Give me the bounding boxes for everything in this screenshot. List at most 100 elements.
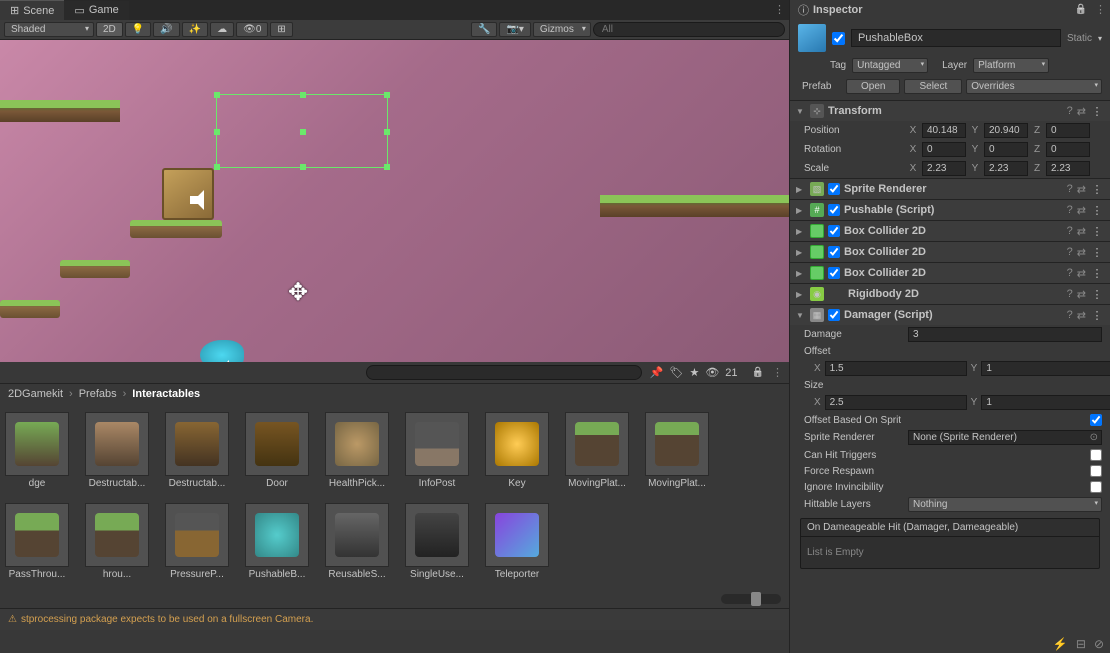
size-x-field[interactable] [825,395,967,410]
pushable-header[interactable]: ▶# Pushable (Script) ?⇄ [790,200,1110,220]
sprite-renderer-header[interactable]: ▶▧ Sprite Renderer ?⇄ [790,179,1110,199]
asset-item[interactable]: HealthPick... [324,412,390,489]
asset-item[interactable]: Teleporter [484,503,550,580]
asset-item[interactable]: Key [484,412,550,489]
component-enable-checkbox[interactable] [828,225,840,237]
preset-icon[interactable]: ⇄ [1077,246,1086,259]
help-icon[interactable]: ? [1067,183,1073,195]
skybox-toggle[interactable]: ☁ [210,22,234,37]
help-icon[interactable]: ? [1067,267,1073,279]
asset-item[interactable]: dge [4,412,70,489]
damager-header[interactable]: ▼▦ Damager (Script) ?⇄ [790,305,1110,325]
lock-icon[interactable] [1075,3,1087,16]
game-tab[interactable]: ▭ Game [64,1,128,20]
preset-icon[interactable]: ⇄ [1077,267,1086,280]
static-dropdown-icon[interactable]: ▾ [1098,34,1102,43]
preset-icon[interactable]: ⇄ [1077,183,1086,196]
component-enable-checkbox[interactable] [828,309,840,321]
pos-x-field[interactable] [922,123,966,138]
asset-item[interactable]: Destructab... [164,412,230,489]
component-enable-checkbox[interactable] [828,246,840,258]
rot-y-field[interactable] [984,142,1028,157]
help-icon[interactable]: ? [1067,204,1073,216]
grid-toggle[interactable]: ⊞ [270,22,292,37]
hidden-icon[interactable]: 👁 [705,366,719,379]
scene-search[interactable] [593,22,785,37]
pin-icon[interactable]: 📌 [650,366,664,379]
box-collider-header[interactable]: ▶ Box Collider 2D ?⇄ [790,221,1110,241]
crumb[interactable]: Prefabs [79,388,117,400]
move-gizmo[interactable] [288,278,318,308]
scl-y-field[interactable] [984,161,1028,176]
can-hit-checkbox[interactable] [1090,449,1102,461]
pos-z-field[interactable] [1046,123,1090,138]
autosave-icon[interactable]: ⚡ [1053,637,1068,651]
help-icon[interactable]: ? [1067,288,1073,300]
tag-icon[interactable]: 🏷 [669,366,683,379]
damage-field[interactable] [908,327,1102,342]
preset-icon[interactable]: ⇄ [1077,105,1086,118]
audio-toggle[interactable]: 🔊 [153,22,179,37]
preset-icon[interactable]: ⇄ [1077,225,1086,238]
asset-item[interactable]: Destructab... [84,412,150,489]
tools-icon[interactable]: 🔧 [471,22,497,37]
asset-item[interactable]: Door [244,412,310,489]
sync-icon[interactable]: ⊘ [1094,637,1104,651]
help-icon[interactable]: ? [1067,246,1073,258]
hittable-dropdown[interactable]: Nothing [908,497,1102,512]
component-enable-checkbox[interactable] [828,204,840,216]
asset-item[interactable]: MovingPlat... [644,412,710,489]
gizmos-dropdown[interactable]: Gizmos [533,22,591,37]
overrides-dropdown[interactable]: Overrides [966,79,1102,94]
box-collider-header-2[interactable]: ▶ Box Collider 2D ?⇄ [790,242,1110,262]
sprite-renderer-field[interactable]: None (Sprite Renderer) [908,430,1102,445]
panel-menu-icon[interactable] [1095,3,1106,16]
offset-sprite-checkbox[interactable] [1090,414,1102,426]
preset-icon[interactable]: ⇄ [1077,288,1086,301]
panel-menu-icon[interactable] [772,366,783,379]
tab-menu-icon[interactable] [774,3,785,16]
crumb[interactable]: Interactables [132,388,200,400]
help-icon[interactable]: ? [1067,105,1073,117]
object-active-checkbox[interactable] [832,32,845,45]
component-menu-icon[interactable] [1090,105,1104,118]
asset-item[interactable]: hrou... [84,503,150,580]
layer-dropdown[interactable]: Platform [973,58,1049,73]
shading-dropdown[interactable]: Shaded [4,22,94,37]
box-collider-header-3[interactable]: ▶ Box Collider 2D ?⇄ [790,263,1110,283]
hidden-toggle[interactable]: 👁0 [236,22,268,37]
pos-y-field[interactable] [984,123,1028,138]
asset-item[interactable]: InfoPost [404,412,470,489]
preset-icon[interactable]: ⇄ [1077,309,1086,322]
asset-item[interactable]: PushableB... [244,503,310,580]
layers-icon[interactable]: ⊟ [1076,637,1086,651]
prefab-select-button[interactable]: Select [904,79,962,94]
camera-icon[interactable]: 📷▾ [499,22,530,37]
offset-x-field[interactable] [825,361,967,376]
preset-icon[interactable]: ⇄ [1077,204,1086,217]
scl-z-field[interactable] [1046,161,1090,176]
2d-toggle[interactable]: 2D [96,22,123,37]
component-menu-icon[interactable] [1090,225,1104,238]
fx-toggle[interactable]: ✨ [182,22,208,37]
size-y-field[interactable] [981,395,1110,410]
object-name-field[interactable] [851,29,1061,47]
asset-item[interactable]: MovingPlat... [564,412,630,489]
component-menu-icon[interactable] [1090,183,1104,196]
prefab-open-button[interactable]: Open [846,79,900,94]
component-enable-checkbox[interactable] [828,267,840,279]
component-menu-icon[interactable] [1090,309,1104,322]
scene-tab[interactable]: ⊞ Scene [0,0,64,20]
tag-dropdown[interactable]: Untagged [852,58,928,73]
asset-item[interactable]: PressureP... [164,503,230,580]
scene-viewport[interactable] [0,40,789,380]
rigidbody-header[interactable]: ▶◉ Rigidbody 2D ?⇄ [790,284,1110,304]
lock-icon[interactable] [752,366,764,379]
component-menu-icon[interactable] [1090,288,1104,301]
component-menu-icon[interactable] [1090,246,1104,259]
transform-header[interactable]: ▼ ⊹ Transform ? ⇄ [790,101,1110,121]
help-icon[interactable]: ? [1067,225,1073,237]
component-menu-icon[interactable] [1090,204,1104,217]
offset-y-field[interactable] [981,361,1110,376]
asset-item[interactable]: ReusableS... [324,503,390,580]
